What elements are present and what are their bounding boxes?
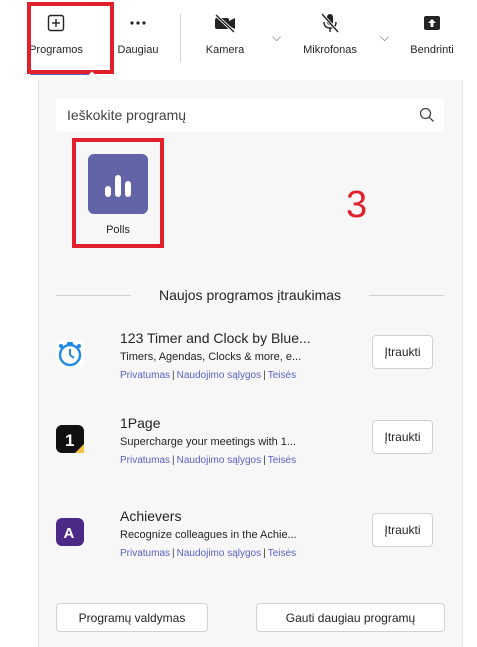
section-divider-right <box>369 294 445 296</box>
list-item: 123 Timer and Clock by Blue... Timers, A… <box>56 330 444 396</box>
manage-apps-button[interactable]: Programų valdymas <box>56 603 208 632</box>
terms-link[interactable]: Naudojimo sąlygos <box>177 370 262 381</box>
privacy-link[interactable]: Privatumas <box>120 370 170 381</box>
annotation-box-apps <box>27 2 114 74</box>
search-box[interactable]: Ieškokite programų <box>56 98 444 132</box>
link-separator: | <box>263 548 266 559</box>
add-app-button[interactable]: Įtraukti <box>372 513 433 547</box>
privacy-link[interactable]: Privatumas <box>120 548 170 559</box>
get-more-apps-button[interactable]: Gauti daugiau programų <box>256 603 445 632</box>
link-separator: | <box>172 370 175 381</box>
rights-link[interactable]: Teisės <box>268 455 296 466</box>
camera-options-chevron-icon[interactable]: ⌵ <box>272 30 281 45</box>
rights-link[interactable]: Teisės <box>268 548 296 559</box>
add-app-button[interactable]: Įtraukti <box>372 335 433 369</box>
app-description: Recognize colleagues in the Achie... <box>120 529 297 541</box>
camera-off-icon <box>213 8 237 38</box>
section-divider-left <box>56 294 131 296</box>
annotation-step-number: 3 <box>346 184 368 226</box>
svg-text:1: 1 <box>65 431 74 450</box>
app-name: 123 Timer and Clock by Blue... <box>120 330 311 346</box>
link-separator: | <box>263 370 266 381</box>
list-item: 1 1Page Supercharge your meetings with 1… <box>56 415 444 481</box>
share-label: Bendrinti <box>410 44 454 56</box>
terms-link[interactable]: Naudojimo sąlygos <box>177 548 262 559</box>
svg-text:A: A <box>64 525 75 542</box>
more-button[interactable]: Daugiau <box>112 8 164 70</box>
app-links: Privatumas | Naudojimo sąlygos | Teisės <box>120 548 296 559</box>
camera-button[interactable]: Kamera <box>190 8 260 70</box>
app-description: Timers, Agendas, Clocks & more, e... <box>120 351 302 363</box>
camera-label: Kamera <box>205 44 245 56</box>
more-label: Daugiau <box>117 44 159 56</box>
app-name: 1Page <box>120 415 161 431</box>
link-separator: | <box>172 455 175 466</box>
add-app-button[interactable]: Įtraukti <box>372 420 433 454</box>
app-description: Supercharge your meetings with 1... <box>120 436 297 448</box>
section-title: Naujos programos įtraukimas <box>158 287 342 303</box>
mic-options-chevron-icon[interactable]: ⌵ <box>380 30 389 45</box>
link-separator: | <box>263 455 266 466</box>
mic-off-icon <box>319 8 341 38</box>
more-dots-icon <box>128 8 148 38</box>
onepage-icon: 1 <box>56 425 84 453</box>
link-separator: | <box>172 548 175 559</box>
terms-link[interactable]: Naudojimo sąlygos <box>177 455 262 466</box>
share-icon <box>422 8 442 38</box>
search-icon[interactable] <box>410 107 444 123</box>
mic-label: Mikrofonas <box>303 44 357 56</box>
achievers-icon: A <box>56 518 84 546</box>
list-item: A Achievers Recognize colleagues in the … <box>56 508 444 574</box>
share-button[interactable]: Bendrinti <box>392 8 472 70</box>
annotation-box-polls <box>72 138 164 248</box>
privacy-link[interactable]: Privatumas <box>120 455 170 466</box>
app-links: Privatumas | Naudojimo sąlygos | Teisės <box>120 370 296 381</box>
search-input[interactable]: Ieškokite programų <box>67 107 410 123</box>
app-name: Achievers <box>120 508 182 524</box>
timer-icon <box>56 340 84 368</box>
section-header: Naujos programos įtraukimas <box>56 285 445 305</box>
microphone-button[interactable]: Mikrofonas <box>285 8 375 70</box>
rights-link[interactable]: Teisės <box>268 370 296 381</box>
toolbar-divider <box>180 14 181 62</box>
app-links: Privatumas | Naudojimo sąlygos | Teisės <box>120 455 296 466</box>
